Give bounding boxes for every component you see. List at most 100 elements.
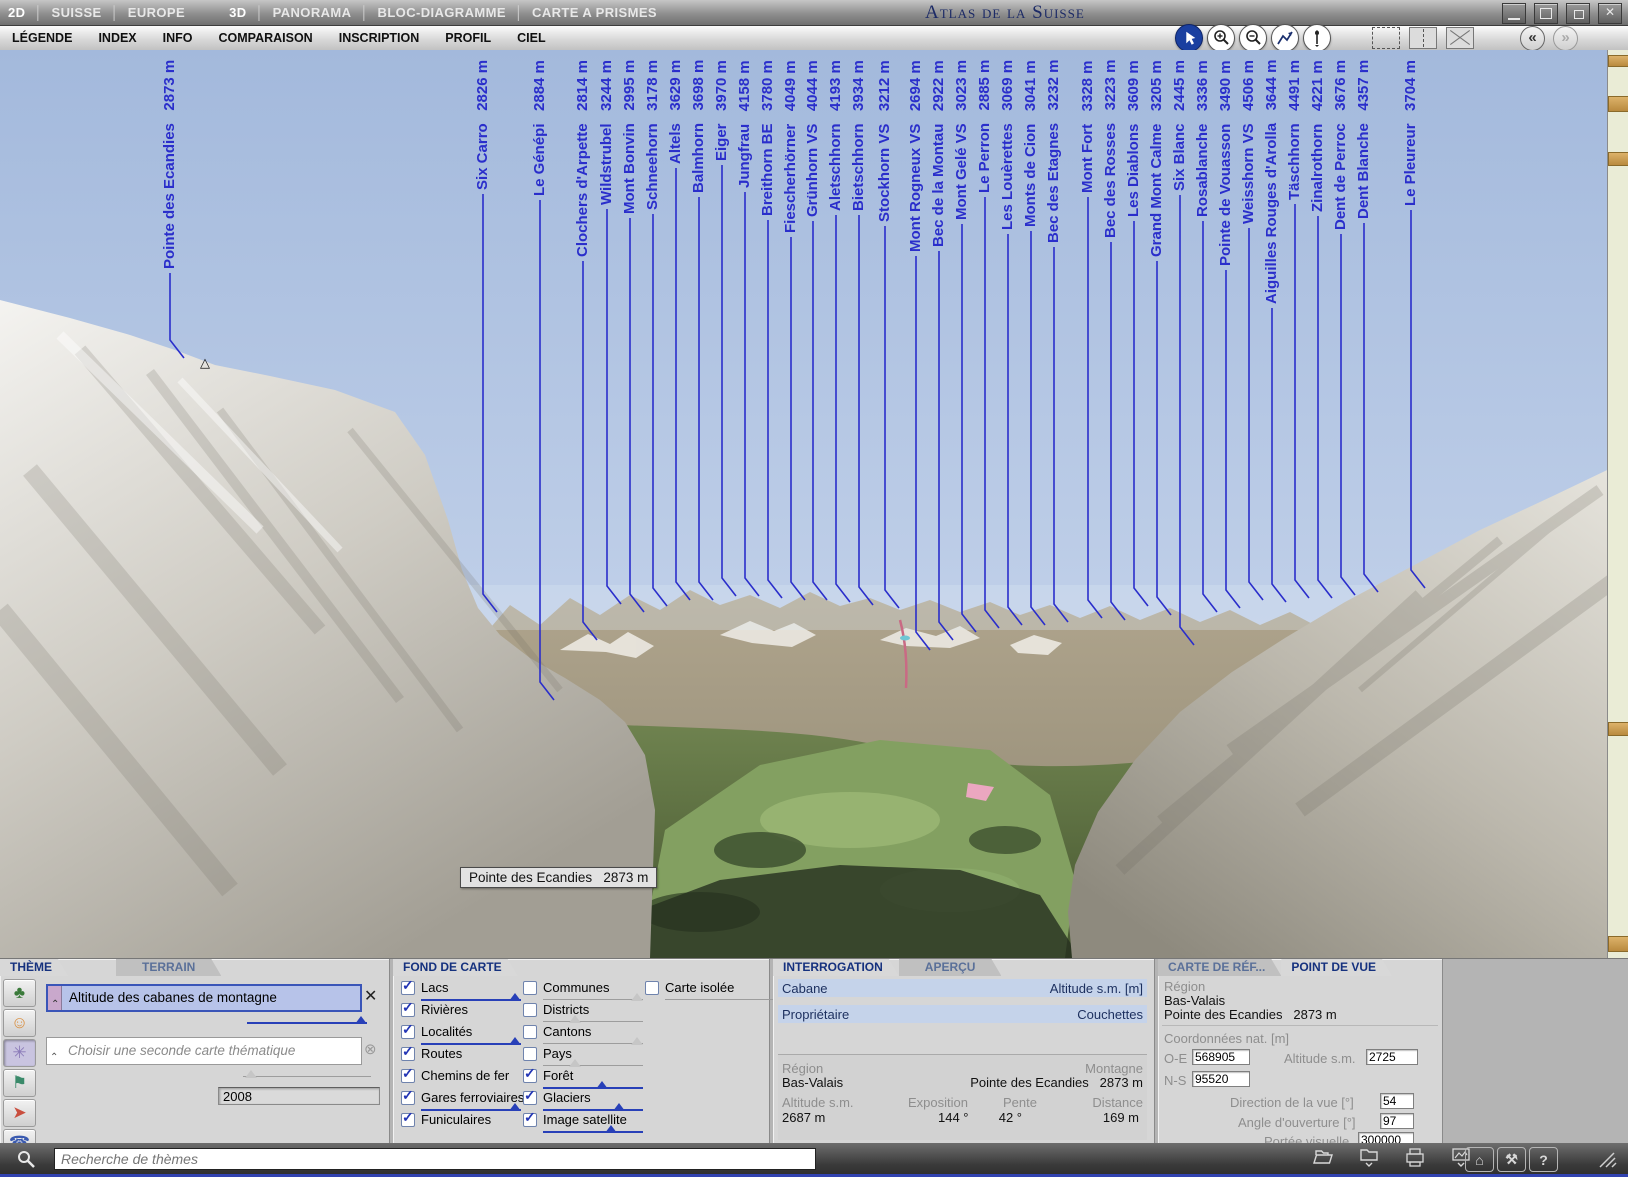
population-icon: ☺ bbox=[11, 1013, 28, 1033]
tab-interrogation[interactable]: INTERROGATION bbox=[773, 959, 899, 976]
print-icon[interactable] bbox=[1404, 1148, 1426, 1173]
secondary-theme-select[interactable]: Choisir une seconde carte thématique ⌃ bbox=[46, 1037, 362, 1065]
titlebar-menu-item[interactable]: CARTE A PRISMES bbox=[532, 5, 657, 20]
titlebar-menu-item[interactable]: SUISSE bbox=[52, 5, 102, 20]
home-button[interactable]: ⌂ bbox=[1465, 1147, 1494, 1172]
tab-terrain[interactable]: TERRAIN bbox=[116, 959, 221, 976]
forward-button[interactable]: » bbox=[1553, 26, 1578, 51]
tools-button[interactable]: ⚒ bbox=[1497, 1147, 1526, 1172]
toolbar-item-profil[interactable]: PROFIL bbox=[445, 31, 491, 45]
cursor-button[interactable] bbox=[1175, 24, 1203, 52]
toolbar-item-info[interactable]: INFO bbox=[163, 31, 193, 45]
basemap-item-label: Cantons bbox=[543, 1024, 591, 1039]
profile-button[interactable] bbox=[1271, 24, 1299, 52]
layer-opacity-slider[interactable] bbox=[543, 1126, 643, 1134]
oe-input[interactable] bbox=[1192, 1049, 1250, 1065]
toolbar: LÉGENDE INDEX INFO COMPARAISON INSCRIPTION PR… bbox=[0, 26, 1628, 51]
remove-theme-button[interactable]: ✕ bbox=[364, 986, 377, 1006]
help-button[interactable]: ? bbox=[1529, 1147, 1558, 1172]
checkbox-image-satellite[interactable] bbox=[523, 1113, 537, 1127]
theme-category-industry-button[interactable]: ✳ bbox=[3, 1039, 36, 1067]
checkbox-glaciers[interactable] bbox=[523, 1091, 537, 1105]
window-restore-button[interactable] bbox=[1566, 3, 1590, 24]
clear-secondary-theme-button[interactable]: ⊗ bbox=[364, 1040, 377, 1058]
menu-separator: │ bbox=[256, 5, 264, 20]
tab-reference-map[interactable]: CARTE DE RÉF... bbox=[1158, 959, 1281, 976]
toolbar-item-ciel[interactable]: CIEL bbox=[517, 31, 545, 45]
checkbox-pays[interactable] bbox=[523, 1047, 537, 1061]
window-maximize-button[interactable] bbox=[1534, 3, 1558, 24]
region-label: Région bbox=[1164, 979, 1205, 994]
frame-split-button[interactable] bbox=[1409, 27, 1437, 49]
direction-input[interactable] bbox=[1380, 1093, 1414, 1109]
checkbox-rivi-res[interactable] bbox=[401, 1003, 415, 1017]
titlebar-menu-item[interactable]: 3D bbox=[229, 5, 246, 20]
secondary-theme-placeholder: Choisir une seconde carte thématique bbox=[68, 1043, 295, 1058]
eye-level-button[interactable] bbox=[1303, 24, 1331, 52]
titlebar-menu: 2D│SUISSE│EUROPE3D│PANORAMA│BLOC-DIAGRAM… bbox=[8, 0, 657, 25]
year-field[interactable] bbox=[218, 1087, 380, 1105]
checkbox-cantons[interactable] bbox=[523, 1025, 537, 1039]
toolbar-item-index[interactable]: INDEX bbox=[98, 31, 136, 45]
checkbox-funiculaires[interactable] bbox=[401, 1113, 415, 1127]
tab-viewpoint[interactable]: POINT DE VUE bbox=[1281, 959, 1392, 976]
basemap-item: Lacs bbox=[401, 979, 519, 1001]
altitude-input[interactable] bbox=[1366, 1049, 1418, 1065]
checkbox-communes[interactable] bbox=[523, 981, 537, 995]
ns-input[interactable] bbox=[1192, 1071, 1250, 1087]
frame-dashed-button[interactable] bbox=[1372, 27, 1400, 49]
basemap-item-label: Rivières bbox=[421, 1002, 468, 1017]
titlebar-menu-item[interactable]: 2D bbox=[8, 5, 25, 20]
checkbox-for-t[interactable] bbox=[523, 1069, 537, 1083]
basemap-item: Rivières bbox=[401, 1001, 519, 1023]
year-slider[interactable] bbox=[243, 1071, 371, 1079]
basemap-item-label: Districts bbox=[543, 1002, 589, 1017]
resize-grip-icon[interactable] bbox=[1598, 1151, 1618, 1174]
toolbar-item-légende[interactable]: LÉGENDE bbox=[12, 31, 72, 45]
altitude-label: Altitude s.m. bbox=[1284, 1051, 1356, 1066]
transport-icon: ➤ bbox=[12, 1103, 26, 1123]
checkbox-localit-s[interactable] bbox=[401, 1025, 415, 1039]
titlebar-menu-item[interactable]: EUROPE bbox=[128, 5, 185, 20]
checkbox-routes[interactable] bbox=[401, 1047, 415, 1061]
basemap-item: Gares ferroviaires bbox=[401, 1089, 519, 1111]
window-minimize-button[interactable] bbox=[1502, 3, 1526, 24]
open-icon[interactable] bbox=[1312, 1148, 1334, 1171]
ns-label: N-S bbox=[1164, 1073, 1186, 1088]
checkbox-gares-ferroviaires[interactable] bbox=[401, 1091, 415, 1105]
basemap-item: Glaciers bbox=[523, 1089, 641, 1111]
theme-category-forest-button[interactable]: ♣ bbox=[3, 979, 36, 1007]
primary-theme-slider[interactable] bbox=[247, 1017, 367, 1025]
frame-close-button[interactable] bbox=[1446, 27, 1474, 49]
back-button[interactable]: « bbox=[1520, 26, 1545, 51]
chevron-up-icon: ⌃ bbox=[51, 999, 59, 1010]
panorama-view[interactable]: Pointe des Ecandies 2873 mSix Carro 2826… bbox=[0, 50, 1628, 958]
tab-theme[interactable]: THÈME bbox=[0, 959, 68, 976]
titlebar-menu-item[interactable]: PANORAMA bbox=[273, 5, 352, 20]
tab-apercu[interactable]: APERÇU bbox=[899, 959, 1002, 976]
industry-icon: ✳ bbox=[12, 1043, 26, 1063]
window-close-button[interactable]: ✕ bbox=[1598, 3, 1622, 24]
toolbar-item-comparaison[interactable]: COMPARAISON bbox=[219, 31, 313, 45]
checkbox-districts[interactable] bbox=[523, 1003, 537, 1017]
basemap-column-3: Carte isolée bbox=[645, 979, 767, 1001]
history-nav: «» bbox=[1520, 26, 1578, 51]
theme-category-population-button[interactable]: ☺ bbox=[3, 1009, 36, 1037]
checkbox-chemins-de-fer[interactable] bbox=[401, 1069, 415, 1083]
basemap-item-label: Localités bbox=[421, 1024, 472, 1039]
primary-theme-select[interactable]: Altitude des cabanes de montagne ⌃ bbox=[46, 984, 362, 1012]
zoom-in-button[interactable] bbox=[1207, 24, 1235, 52]
theme-search-input[interactable] bbox=[54, 1148, 816, 1170]
direction-label: Direction de la vue [°] bbox=[1230, 1095, 1354, 1110]
menu-separator: │ bbox=[515, 5, 523, 20]
titlebar-menu-item[interactable]: BLOC-DIAGRAMME bbox=[378, 5, 506, 20]
theme-category-politics-button[interactable]: ⚑ bbox=[3, 1069, 36, 1097]
checkbox-lacs[interactable] bbox=[401, 981, 415, 995]
theme-category-transport-button[interactable]: ➤ bbox=[3, 1099, 36, 1127]
menu-separator: │ bbox=[111, 5, 119, 20]
toolbar-item-inscription[interactable]: INSCRIPTION bbox=[339, 31, 420, 45]
checkbox-carte-isol-e[interactable] bbox=[645, 981, 659, 995]
save-view-icon[interactable] bbox=[1358, 1148, 1380, 1173]
zoom-out-button[interactable] bbox=[1239, 24, 1267, 52]
angle-input[interactable] bbox=[1380, 1113, 1414, 1129]
